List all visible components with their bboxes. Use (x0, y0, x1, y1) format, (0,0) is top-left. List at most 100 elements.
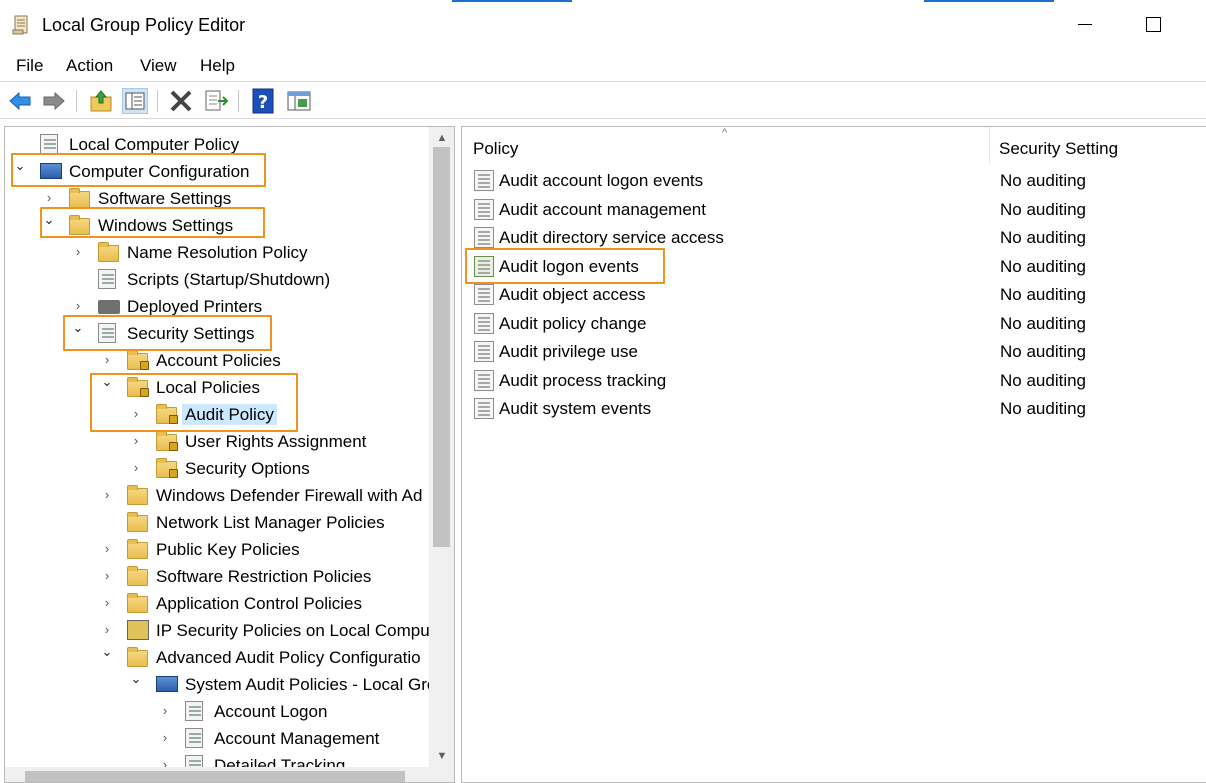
toolbar-separator (157, 90, 158, 112)
tree-item[interactable]: › Audit Policy (5, 401, 429, 428)
tree-item[interactable]: › Software Restriction Policies (5, 563, 429, 590)
menu-view[interactable]: View (140, 56, 177, 76)
forward-arrow-icon[interactable] (41, 88, 67, 114)
accent-line (924, 0, 1054, 2)
policy-setting-icon (474, 227, 494, 248)
scrollbar-thumb[interactable] (433, 147, 450, 547)
scroll-up-icon[interactable]: ▲ (435, 131, 449, 145)
tree-item[interactable]: Scripts (Startup/Shutdown) (5, 266, 429, 293)
policy-name: Audit account management (499, 199, 706, 219)
toolbar-separator (238, 90, 239, 112)
collapsed-chevron-icon[interactable]: › (158, 757, 172, 767)
menu-action[interactable]: Action (66, 56, 113, 76)
back-arrow-icon[interactable] (7, 88, 33, 114)
policy-row[interactable]: Audit policy change No auditing (462, 309, 1206, 337)
security-setting-value: No auditing (1000, 313, 1087, 333)
policy-row[interactable]: Audit logon events No auditing (462, 252, 1206, 280)
column-header-policy[interactable]: Policy (473, 139, 518, 159)
minimize-button[interactable] (1076, 14, 1096, 34)
collapsed-chevron-icon[interactable]: › (42, 190, 56, 206)
collapsed-chevron-icon[interactable]: › (100, 541, 114, 557)
lock-icon (169, 469, 178, 478)
collapsed-chevron-icon[interactable]: › (100, 352, 114, 368)
help-icon[interactable]: ? (251, 88, 277, 114)
policy-setting-icon (474, 255, 494, 277)
collapsed-chevron-icon[interactable]: › (158, 730, 172, 746)
policy-row[interactable]: Audit system events No auditing (462, 394, 1206, 422)
tree-item[interactable]: › Public Key Policies (5, 536, 429, 563)
sort-ascending-icon: ^ (722, 127, 728, 139)
policy-row[interactable]: Audit account management No auditing (462, 195, 1206, 223)
policy-row[interactable]: Audit privilege use No auditing (462, 337, 1206, 365)
tree-horizontal-scrollbar[interactable] (5, 767, 454, 782)
menu-file[interactable]: File (16, 56, 43, 76)
tree-item[interactable]: › Software Settings (5, 185, 429, 212)
expanded-chevron-icon[interactable]: ⌄ (100, 644, 114, 660)
expanded-chevron-icon[interactable]: ⌄ (129, 671, 143, 687)
locked-folder-icon (156, 458, 178, 478)
scrollbar-thumb[interactable] (25, 771, 405, 782)
tree-item[interactable]: › Account Logon (5, 698, 429, 725)
collapsed-chevron-icon[interactable]: › (129, 406, 143, 422)
collapsed-chevron-icon[interactable]: › (100, 568, 114, 584)
collapsed-chevron-icon[interactable]: › (71, 298, 85, 314)
tree-item[interactable]: › Name Resolution Policy (5, 239, 429, 266)
security-setting-value: No auditing (1000, 199, 1087, 219)
policy-icon (185, 728, 203, 748)
policy-setting-icon (474, 284, 494, 305)
tree-item[interactable]: › IP Security Policies on Local Comput (5, 617, 429, 644)
collapsed-chevron-icon[interactable]: › (71, 244, 85, 260)
collapsed-chevron-icon[interactable]: › (100, 622, 114, 638)
accent-line (452, 0, 572, 2)
show-hide-tree-icon[interactable] (122, 88, 148, 114)
expanded-chevron-icon[interactable]: ⌄ (71, 320, 85, 336)
scroll-down-icon[interactable]: ▼ (435, 749, 449, 763)
properties-icon[interactable] (286, 88, 312, 114)
tree-item-label: Computer Configuration (69, 162, 250, 181)
tree-item[interactable]: ⌄ Local Policies (5, 374, 429, 401)
tree-item[interactable]: › Detailed Tracking (5, 752, 429, 767)
column-separator[interactable] (989, 127, 990, 164)
policy-setting-icon (474, 198, 494, 220)
policy-row[interactable]: Audit process tracking No auditing (462, 366, 1206, 394)
maximize-button[interactable] (1144, 14, 1164, 34)
lock-icon (140, 388, 149, 397)
policy-row[interactable]: Audit account logon events No auditing (462, 166, 1206, 194)
expanded-chevron-icon[interactable]: ⌄ (100, 374, 114, 390)
column-header-security-setting[interactable]: Security Setting (999, 139, 1118, 159)
tree-item[interactable]: › Account Policies (5, 347, 429, 374)
tree-item[interactable]: Network List Manager Policies (5, 509, 429, 536)
collapsed-chevron-icon[interactable]: › (158, 703, 172, 719)
menu-bar: File Action View Help (0, 50, 1206, 82)
expanded-chevron-icon[interactable]: ⌄ (42, 212, 56, 228)
tree-vertical-scrollbar[interactable]: ▲ ▼ (429, 127, 454, 767)
tree-item[interactable]: ⌄ System Audit Policies - Local Gro (5, 671, 429, 698)
tree-item[interactable]: › Account Management (5, 725, 429, 752)
tree-item[interactable]: ⌄ Security Settings (5, 320, 429, 347)
tree-item[interactable]: › Application Control Policies (5, 590, 429, 617)
tree-item[interactable]: ⌄ Advanced Audit Policy Configuratio (5, 644, 429, 671)
ip-security-icon (127, 620, 149, 640)
up-folder-icon[interactable] (88, 88, 114, 114)
tree-item[interactable]: ⌄ Windows Settings (5, 212, 429, 239)
collapsed-chevron-icon[interactable]: › (100, 595, 114, 611)
tree-item[interactable]: Local Computer Policy (5, 131, 429, 158)
tree-item[interactable]: › Deployed Printers (5, 293, 429, 320)
folder-icon (127, 539, 148, 559)
collapsed-chevron-icon[interactable]: › (100, 487, 114, 503)
tree-item[interactable]: › Security Options (5, 455, 429, 482)
tree-item[interactable]: › User Rights Assignment (5, 428, 429, 455)
delete-icon[interactable] (168, 88, 194, 114)
policy-row[interactable]: Audit directory service access No auditin… (462, 223, 1206, 251)
policy-setting-icon (474, 398, 494, 419)
export-list-icon[interactable] (203, 88, 229, 114)
expanded-chevron-icon[interactable]: ⌄ (13, 158, 27, 174)
console-tree: Local Computer Policy ⌄ Computer Configura… (5, 127, 429, 767)
policy-row[interactable]: Audit object access No auditing (462, 280, 1206, 308)
tree-item[interactable]: ⌄ Computer Configuration (5, 158, 429, 185)
tree-item[interactable]: › Windows Defender Firewall with Ad (5, 482, 429, 509)
collapsed-chevron-icon[interactable]: › (129, 460, 143, 476)
menu-help[interactable]: Help (200, 56, 235, 76)
collapsed-chevron-icon[interactable]: › (129, 433, 143, 449)
svg-text:?: ? (258, 92, 268, 113)
